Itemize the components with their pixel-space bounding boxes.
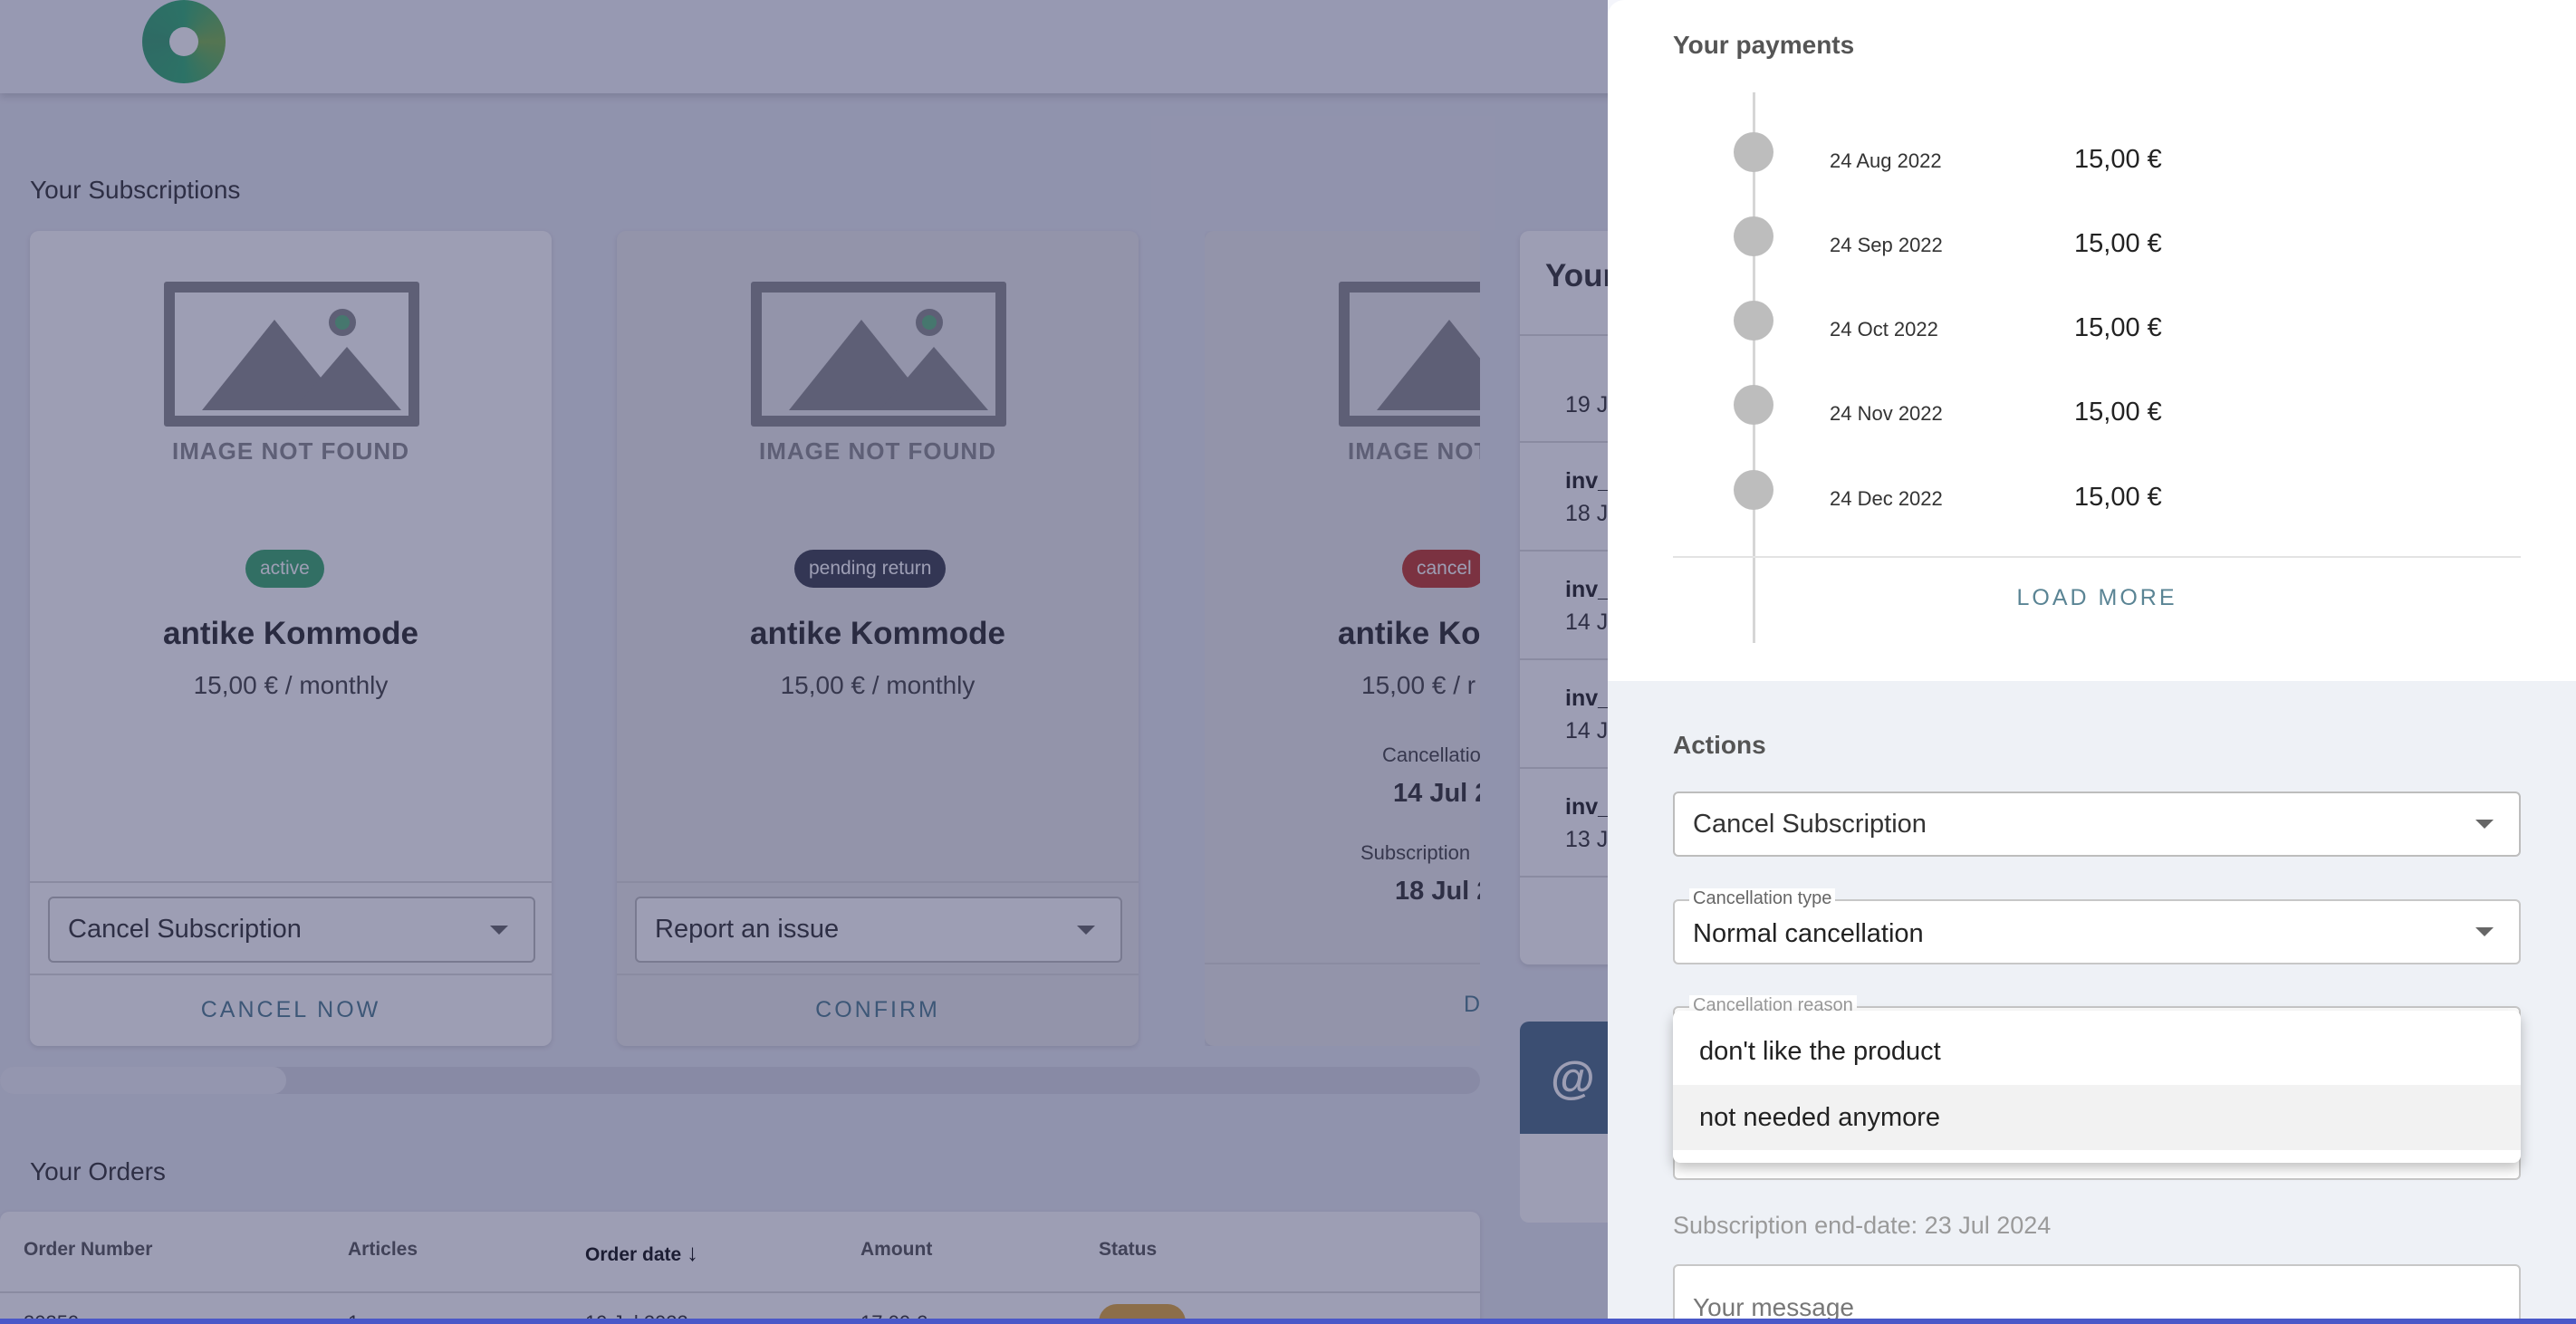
payment-amount: 15,00 € — [2074, 483, 2162, 512]
payments-section: Your payments 24 Aug 2022 15,00 € 24 Sep… — [1608, 0, 2576, 681]
timeline-dot — [1734, 132, 1773, 172]
payment-date: 24 Aug 2022 — [1830, 149, 1942, 172]
payment-amount: 15,00 € — [2074, 229, 2162, 258]
cancellation-type-select[interactable]: Cancellation type Normal cancellation — [1673, 888, 2521, 964]
chevron-down-icon — [2475, 820, 2494, 829]
reason-dropdown-menu: don't like the product not needed anymor… — [1673, 1011, 2521, 1163]
payment-date: 24 Nov 2022 — [1830, 402, 1943, 425]
timeline-dot — [1734, 470, 1773, 510]
payments-title: Your payments — [1673, 31, 1855, 59]
load-more-button[interactable]: LOAD MORE — [1673, 585, 2521, 611]
actions-title: Actions — [1673, 731, 1766, 759]
payment-amount: 15,00 € — [2074, 398, 2162, 427]
subscription-detail-panel: Your payments 24 Aug 2022 15,00 € 24 Sep… — [1608, 0, 2576, 1324]
payment-date: 24 Oct 2022 — [1830, 318, 1938, 341]
timeline-line — [1753, 92, 1755, 643]
message-textarea[interactable]: Your message — [1673, 1264, 2521, 1324]
reason-option[interactable]: don't like the product — [1673, 1020, 2521, 1083]
divider — [1673, 556, 2521, 558]
action-select-value: Cancel Subscription — [1693, 809, 1927, 839]
timeline-dot — [1734, 216, 1773, 256]
payment-amount: 15,00 € — [2074, 313, 2162, 342]
cancellation-type-label: Cancellation type — [1689, 888, 1836, 909]
payment-date: 24 Sep 2022 — [1830, 234, 1943, 256]
chevron-down-icon — [2475, 927, 2494, 936]
timeline-dot — [1734, 385, 1773, 425]
timeline-dot — [1734, 301, 1773, 341]
end-date-text: Subscription end-date: 23 Jul 2024 — [1673, 1212, 2052, 1239]
cancellation-type-value: Normal cancellation — [1693, 919, 1924, 948]
modal-backdrop[interactable] — [0, 0, 1608, 1324]
reason-option[interactable]: not needed anymore — [1673, 1085, 2521, 1150]
action-select[interactable]: Cancel Subscription — [1673, 792, 2521, 857]
bottom-edge — [0, 1319, 2576, 1324]
payment-date: 24 Dec 2022 — [1830, 487, 1943, 510]
payment-amount: 15,00 € — [2074, 145, 2162, 174]
